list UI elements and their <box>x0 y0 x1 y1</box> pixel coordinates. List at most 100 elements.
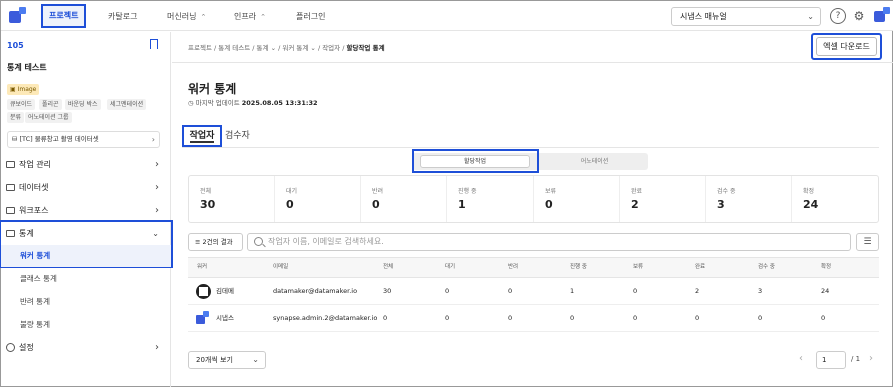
help-icon[interactable]: ? <box>830 8 846 24</box>
stats-summary: 전체 30 대기 0 반려 0 진행 중 1 보류 0 완료 2 검수 중 3 확정 24 <box>188 175 879 223</box>
sidebar-item-dataset[interactable]: 데이터셋 › <box>1 177 171 199</box>
chevron-updown-icon: ⌃ <box>200 13 207 21</box>
stat-card: 완료 2 <box>620 176 706 222</box>
stat-card: 전체 30 <box>189 176 275 222</box>
table-row[interactable]: 김데메 datamaker@datamaker.io 30 0 0 1 0 2 … <box>188 278 879 305</box>
stat-label: 반려 <box>372 188 384 195</box>
column-settings-icon[interactable]: ☰ <box>856 233 879 251</box>
filter-button[interactable]: ≡ 2건의 결과 <box>188 233 243 251</box>
chevron-updown-icon: ⌃ <box>260 13 266 21</box>
last-updated: ◷ 마지막 업데이트 2025.08.05 13:31:32 <box>188 99 318 107</box>
sidebar-item-workforce[interactable]: 워크포스 › <box>1 200 171 222</box>
breadcrumb-item[interactable]: 작업자 <box>322 44 340 52</box>
cell: 시냅스 <box>216 314 234 322</box>
manual-label: 시냅스 매뉴얼 <box>680 12 727 21</box>
stat-value: 24 <box>803 198 819 211</box>
chevron-right-icon: › <box>155 182 159 193</box>
sidebar-item-settings[interactable]: 설정 › <box>1 337 171 359</box>
cell: 0 <box>508 287 513 295</box>
cell: 0 <box>633 287 638 295</box>
cell: 1 <box>570 287 575 295</box>
chevron-right-icon[interactable]: › <box>869 353 873 364</box>
cell: 0 <box>445 287 450 295</box>
bookmark-icon[interactable] <box>150 39 158 49</box>
sidebar-item-label: 데이터셋 <box>19 183 49 192</box>
stat-label: 검수 중 <box>717 188 736 195</box>
sidebar-subitem-reject-stats[interactable]: 반려 통계 <box>1 291 171 313</box>
sidebar-item-label: 통계 <box>19 229 34 238</box>
dataset-link[interactable]: ⛁ [TC] 물류창고 촬영 데이터셋 › <box>7 131 160 148</box>
tag: 어노테이션 그룹 <box>25 112 72 123</box>
table-row[interactable]: 시냅스 synapse.admin.2@datamaker.io 0 0 0 0… <box>188 305 879 332</box>
search-input[interactable]: 작업자 이름, 이메일로 검색하세요. <box>247 233 851 251</box>
sidebar-item-stats[interactable]: 통계 ⌄ <box>1 223 171 245</box>
nav-catalog[interactable]: 카탈로그 <box>102 6 143 27</box>
cell: 0 <box>570 314 575 322</box>
nav-ml[interactable]: 머신러닝 ⌃ <box>161 6 212 27</box>
chevron-left-icon[interactable]: ‹ <box>799 353 803 364</box>
segment-annotation[interactable]: 어노테이션 <box>541 153 648 170</box>
search-placeholder: 작업자 이름, 이메일로 검색하세요. <box>268 237 384 246</box>
cell: 30 <box>383 287 392 295</box>
tab-reviewer[interactable]: 검수자 <box>225 128 250 141</box>
column-header[interactable]: 이메일 <box>273 258 288 277</box>
column-header[interactable]: 워커 <box>197 258 207 277</box>
page-size-label: 20개씩 보기 <box>196 356 233 364</box>
folder-icon <box>6 230 15 237</box>
filter-label: 2건의 결과 <box>202 238 233 246</box>
manual-select[interactable]: 시냅스 매뉴얼 ⌄ <box>671 7 821 26</box>
tag: 분류 <box>7 112 25 123</box>
chevron-right-icon: › <box>155 342 159 353</box>
table-header: 워커 이메일 전체 대기 반려 진행 중 보류 완료 검수 중 확정 <box>188 257 879 278</box>
breadcrumb-item[interactable]: 워커 통계 <box>282 44 308 52</box>
cell: 2 <box>695 287 700 295</box>
breadcrumb-item[interactable]: 프로젝트 <box>188 44 212 52</box>
tag: 바운딩 박스 <box>65 99 101 110</box>
avatar <box>196 311 211 326</box>
sidebar-item-label: 워크포스 <box>19 206 49 215</box>
tab-worker[interactable]: 작업자 <box>182 125 222 147</box>
sidebar: 105 통계 테스트 ▣ Image 큐보이드 폴리곤 바운딩 박스 세그멘테이… <box>0 32 173 387</box>
tab-worker-label: 작업자 <box>189 131 215 141</box>
excel-download-button[interactable]: 엑셀 다운로드 <box>811 33 882 60</box>
column-header[interactable]: 검수 중 <box>758 258 775 277</box>
nav-plugin[interactable]: 플러그인 <box>290 6 331 27</box>
sidebar-subitem-class-stats[interactable]: 클래스 통계 <box>1 268 171 290</box>
column-header[interactable]: 확정 <box>821 258 831 277</box>
stat-card: 보류 0 <box>534 176 620 222</box>
page-size-select[interactable]: 20개씩 보기 ⌄ <box>188 351 266 369</box>
page-input[interactable]: 1 <box>816 351 846 369</box>
avatar[interactable] <box>874 7 892 25</box>
column-header[interactable]: 진행 중 <box>570 258 587 277</box>
column-header[interactable]: 대기 <box>445 258 455 277</box>
filter-icon: ≡ <box>195 238 201 246</box>
breadcrumb-item[interactable]: 통계 <box>257 44 269 52</box>
column-header[interactable]: 완료 <box>695 258 705 277</box>
column-header[interactable]: 전체 <box>383 258 393 277</box>
sidebar-item-task[interactable]: 작업 관리 › <box>1 154 171 176</box>
project-id: 105 <box>7 41 24 50</box>
stat-value: 2 <box>631 198 639 211</box>
segment-assigned[interactable]: 할당작업 <box>412 149 539 173</box>
nav-ml-label: 머신러닝 <box>167 12 197 21</box>
page-total: / 1 <box>851 355 861 363</box>
nav-project[interactable]: 프로젝트 <box>41 4 87 28</box>
breadcrumb-item[interactable]: 통계 테스트 <box>218 44 250 52</box>
column-header[interactable]: 보류 <box>633 258 643 277</box>
sidebar-subitem-defect-stats[interactable]: 불량 통계 <box>1 314 171 336</box>
cell: 0 <box>633 314 638 322</box>
stat-value: 0 <box>286 198 294 211</box>
chevron-down-icon: ⌄ <box>807 12 814 21</box>
cell: synapse.admin.2@datamaker.io <box>273 314 378 322</box>
sidebar-subitem-worker-stats[interactable]: 워커 통계 <box>1 245 171 267</box>
nav-infra[interactable]: 인프라 ⌃ <box>228 6 272 27</box>
folder-icon <box>6 184 15 191</box>
column-header[interactable]: 반려 <box>508 258 518 277</box>
app-logo[interactable] <box>9 7 27 25</box>
cell: 3 <box>758 287 763 295</box>
project-title: 통계 테스트 <box>7 63 47 72</box>
search-icon <box>254 237 263 246</box>
stat-card: 반려 0 <box>361 176 447 222</box>
gear-icon[interactable]: ⚙ <box>851 8 867 24</box>
tag: 폴리곤 <box>39 99 62 110</box>
